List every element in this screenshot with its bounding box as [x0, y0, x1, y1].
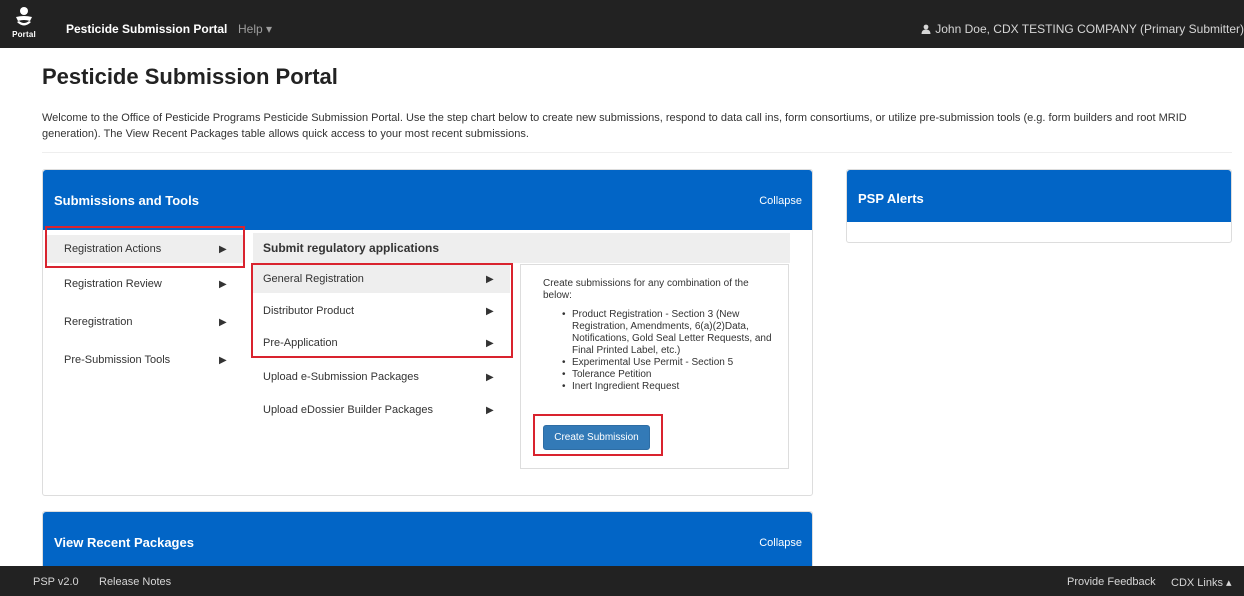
portal-logo[interactable]: Portal	[11, 5, 37, 43]
logo-text: Portal	[12, 30, 36, 39]
step-arrow-icon: ▶	[219, 278, 227, 290]
portal-logo-icon	[16, 7, 32, 26]
collapse-link[interactable]: Collapse	[759, 195, 802, 207]
submissions-tools-header: Submissions and Tools Collapse	[43, 170, 812, 230]
highlight-create-submission	[533, 414, 663, 456]
user-menu[interactable]: John Doe, CDX TESTING COMPANY (Primary S…	[921, 22, 1244, 36]
psp-alerts-panel: PSP Alerts	[846, 169, 1232, 243]
footer-bar: PSP v2.0 Release Notes Provide Feedback …	[0, 566, 1244, 596]
step-reregistration[interactable]: Reregistration ▶	[64, 308, 229, 336]
description-item: Product Registration - Section 3 (New Re…	[562, 309, 782, 357]
cdx-links-menu[interactable]: CDX Links ▴	[1171, 576, 1232, 589]
user-name: John Doe, CDX TESTING COMPANY (Primary S…	[935, 22, 1244, 36]
step-registration-review[interactable]: Registration Review ▶	[64, 270, 229, 298]
navbar-brand[interactable]: Pesticide Submission Portal	[66, 22, 227, 36]
substep-label: Upload eDossier Builder Packages	[263, 404, 433, 416]
recent-packages-panel: View Recent Packages Collapse	[42, 511, 813, 571]
recent-packages-header: View Recent Packages Collapse	[43, 512, 812, 567]
description-item: Inert Ingredient Request	[562, 381, 782, 393]
step-label: Pre-Submission Tools	[64, 354, 171, 366]
step-label: Registration Review	[64, 278, 162, 290]
step-arrow-icon: ▶	[219, 354, 227, 366]
description-intro: Create submissions for any combination o…	[543, 278, 749, 301]
submissions-tools-title: Submissions and Tools	[54, 193, 199, 208]
step-arrow-icon: ▶	[219, 316, 227, 328]
psp-alerts-title: PSP Alerts	[858, 191, 924, 206]
psp-alerts-header: PSP Alerts	[847, 170, 1231, 222]
intro-text: Welcome to the Office of Pesticide Progr…	[42, 112, 1187, 140]
version-label: PSP v2.0	[33, 576, 79, 588]
description-list: Product Registration - Section 3 (New Re…	[562, 309, 782, 393]
recent-packages-title: View Recent Packages	[54, 535, 194, 550]
description-item: Experimental Use Permit - Section 5	[562, 357, 782, 369]
help-menu[interactable]: Help ▾	[238, 22, 272, 36]
page-title: Pesticide Submission Portal	[42, 64, 338, 89]
sub-heading: Submit regulatory applications	[253, 233, 790, 263]
substep-upload-esubmission[interactable]: Upload e-Submission Packages ▶	[253, 363, 510, 391]
release-notes-link[interactable]: Release Notes	[99, 576, 171, 588]
highlight-registration-types	[251, 263, 513, 358]
divider	[42, 152, 1232, 153]
step-pre-submission-tools[interactable]: Pre-Submission Tools ▶	[64, 346, 229, 374]
collapse-link[interactable]: Collapse	[759, 537, 802, 549]
substep-label: Upload e-Submission Packages	[263, 371, 419, 383]
user-icon	[921, 24, 931, 34]
substep-arrow-icon: ▶	[486, 371, 494, 383]
highlight-registration-actions	[45, 226, 245, 268]
step-label: Reregistration	[64, 316, 133, 328]
top-navbar: Portal Pesticide Submission Portal Help …	[0, 0, 1244, 48]
substep-upload-edossier[interactable]: Upload eDossier Builder Packages ▶	[253, 396, 510, 424]
description-item: Tolerance Petition	[562, 369, 782, 381]
provide-feedback-link[interactable]: Provide Feedback	[1067, 576, 1156, 588]
substep-arrow-icon: ▶	[486, 404, 494, 416]
